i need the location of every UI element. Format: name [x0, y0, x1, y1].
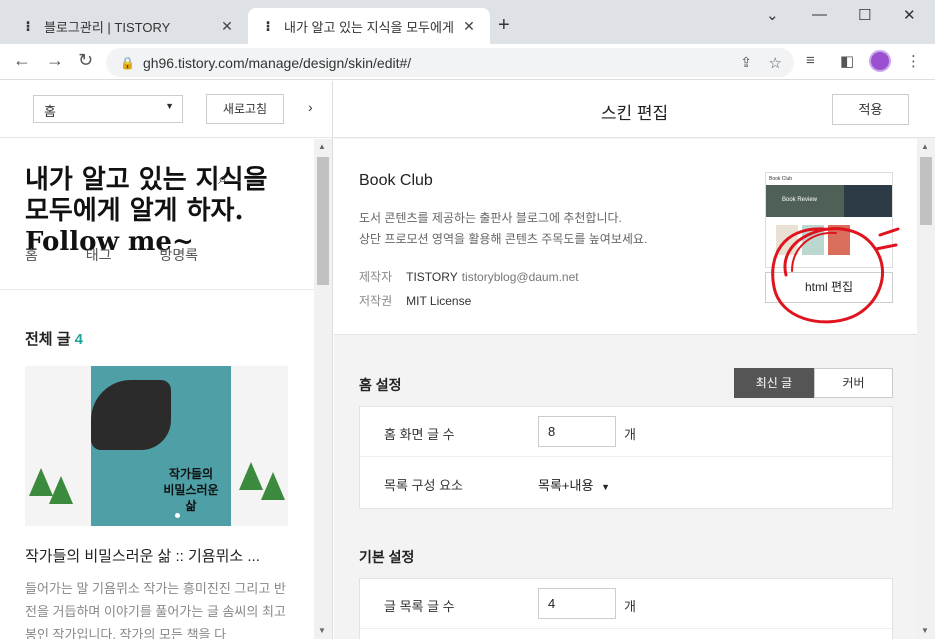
maximize-icon[interactable]: ☐ [858, 6, 871, 24]
page-select[interactable]: 홈 ▼ [33, 95, 183, 123]
preview-panel: 홈 ▼ 새로고침 › 내가 알고 있는 지식을 모두에게 알게 하자. Foll… [0, 81, 333, 639]
menu-home[interactable]: 홈 [25, 247, 38, 263]
book-cover-image: 작가들의 비밀스러운 삶 [91, 366, 231, 526]
all-posts-count: 4 [74, 331, 83, 348]
side-panel-icon[interactable]: ◧ [840, 52, 854, 70]
close-icon[interactable]: ✕ [218, 18, 236, 35]
caret-down-icon: ▼ [165, 101, 174, 111]
minimize-icon[interactable]: — [812, 6, 827, 23]
post-excerpt: 들어가는 말 기욤뮈소 작가는 흥미진진 그리고 반전을 거듭하며 이야기를 풀… [25, 581, 286, 639]
blog-menu: 홈 태그 방명록 [25, 245, 242, 265]
tree-decoration [239, 462, 263, 490]
scrollbar-thumb[interactable] [920, 157, 932, 225]
window-close-icon[interactable]: ✕ [903, 6, 916, 24]
maker-email: tistoryblog@daum.net [461, 270, 579, 284]
home-settings-card: 홈 화면 글 수 8 개 목록 구성 요소 목록+내용 ▼ [359, 406, 893, 509]
preview-scrollbar[interactable]: ▲ ▼ [314, 139, 332, 639]
tab-active[interactable]: ⁝ 내가 알고 있는 지식을 모두에게 ✕ [248, 8, 490, 44]
unit-label: 개 [624, 599, 636, 614]
scroll-down-icon[interactable]: ▼ [318, 626, 326, 635]
editor-scrollbar[interactable]: ▲ ▼ [917, 139, 935, 639]
browser-toolbar: ← → ↻ 🔒 gh96.tistory.com/manage/design/s… [0, 44, 935, 80]
skin-maker: 제작자 TISTORY tistoryblog@daum.net [359, 268, 579, 285]
post-title[interactable]: 작가들의 비밀스러운 삶 :: 기욤뮈소 ... [25, 545, 260, 566]
cover-toggle[interactable]: 커버 [814, 368, 893, 398]
thumb-brand: Book Club [769, 176, 793, 182]
list-post-count-row: 글 목록 글 수 4 개 [360, 579, 892, 629]
tistory-favicon-icon: ⁝ [25, 18, 31, 34]
profile-avatar[interactable] [869, 50, 891, 72]
license-label: 저작권 [359, 294, 393, 308]
list-component-label: 목록 구성 요소 [384, 478, 463, 493]
unit-label: 개 [624, 427, 636, 442]
maker-label: 제작자 [359, 270, 393, 284]
tab-strip: ⁝ 블로그관리 | TISTORY ✕ ⁝ 내가 알고 있는 지식을 모두에게 … [0, 0, 935, 44]
share-icon[interactable]: ⇪ [740, 54, 752, 71]
basic-settings-card: 글 목록 글 수 4 개 [359, 578, 893, 639]
collapse-panel-icon[interactable]: › [308, 99, 313, 115]
list-component-dropdown[interactable]: 목록+내용 ▼ [538, 475, 610, 494]
menu-tag[interactable]: 태그 [86, 247, 112, 263]
book-cover-title: 작가들의 비밀스러운 삶 [163, 467, 219, 513]
tistory-favicon-icon: ⁝ [265, 18, 271, 34]
preview-header: 홈 ▼ 새로고침 › [0, 81, 332, 138]
skin-description: 도서 콘텐츠를 제공하는 출판사 블로그에 추천합니다. 상단 프로모션 영역을… [359, 208, 647, 250]
home-settings-title: 홈 설정 [359, 377, 402, 393]
menu-dots-icon[interactable]: ⋮ [906, 52, 921, 70]
list-component-value: 목록+내용 [538, 478, 594, 493]
home-post-count-label: 홈 화면 글 수 [384, 427, 455, 442]
skin-license: 저작권 MIT License [359, 292, 471, 309]
tab-search-icon[interactable]: ⌄ [766, 6, 779, 24]
editor-header: 스킨 편집 적용 [334, 81, 935, 138]
home-post-count-input[interactable]: 8 [538, 416, 616, 447]
address-bar[interactable]: 🔒 gh96.tistory.com/manage/design/skin/ed… [106, 48, 794, 77]
back-icon[interactable]: ← [13, 50, 31, 71]
skin-desc-line1: 도서 콘텐츠를 제공하는 출판사 블로그에 추천합니다. [359, 211, 622, 225]
tab-title: 블로그관리 | TISTORY [44, 19, 171, 35]
tree-decoration [261, 472, 285, 500]
new-tab-icon[interactable]: + [498, 14, 510, 37]
scroll-down-icon[interactable]: ▼ [921, 626, 929, 635]
maker-name: TISTORY [406, 270, 458, 284]
search-icon[interactable]: ⌕ [218, 171, 227, 189]
latest-posts-toggle[interactable]: 최신 글 [734, 368, 814, 398]
tree-decoration [49, 476, 73, 504]
carousel-dot[interactable] [175, 513, 180, 518]
scroll-up-icon[interactable]: ▲ [921, 142, 929, 151]
lock-icon: 🔒 [120, 55, 135, 70]
red-circle-annotation [771, 227, 900, 324]
home-post-count-row: 홈 화면 글 수 8 개 [360, 407, 892, 457]
bookmark-star-icon[interactable]: ☆ [769, 54, 782, 72]
skin-desc-line2: 상단 프로모션 영역을 활용해 콘텐츠 주목도를 높여보세요. [359, 232, 648, 246]
license-value: MIT License [406, 294, 472, 308]
post-thumbnail[interactable]: 작가들의 비밀스러운 삶 [25, 366, 288, 526]
forward-icon[interactable]: → [46, 50, 64, 71]
media-icon[interactable]: ≡ [806, 52, 815, 69]
tab-blog-manage[interactable]: ⁝ 블로그관리 | TISTORY ✕ [8, 8, 248, 44]
skin-editor-panel: 스킨 편집 적용 Book Club 도서 콘텐츠를 제공하는 출판사 블로그에… [334, 81, 935, 639]
scroll-up-icon[interactable]: ▲ [318, 142, 326, 151]
basic-settings-title: 기본 설정 [359, 549, 415, 565]
url-text: gh96.tistory.com/manage/design/skin/edit… [142, 54, 412, 71]
list-post-count-input[interactable]: 4 [538, 588, 616, 619]
list-component-row: 목록 구성 요소 목록+내용 ▼ [360, 458, 892, 508]
page-select-value: 홈 [44, 104, 56, 119]
refresh-button[interactable]: 새로고침 [206, 94, 284, 124]
blog-preview: 내가 알고 있는 지식을 모두에게 알게 하자. Follow me~ ⌕ 홈 … [0, 139, 314, 639]
close-icon[interactable]: ✕ [460, 18, 478, 35]
apply-button[interactable]: 적용 [832, 94, 909, 125]
scrollbar-thumb[interactable] [317, 157, 329, 285]
menu-guestbook[interactable]: 방명록 [159, 247, 198, 263]
divider [0, 289, 314, 290]
all-posts-heading: 전체 글4 [25, 328, 83, 349]
list-post-count-label: 글 목록 글 수 [384, 599, 455, 614]
tab-title: 내가 알고 있는 지식을 모두에게 [284, 19, 454, 35]
thumb-banner: Book Review [782, 197, 818, 203]
skin-name: Book Club [359, 172, 433, 189]
caret-down-icon: ▼ [601, 482, 610, 492]
all-posts-label: 전체 글 [25, 331, 71, 348]
skin-info: Book Club 도서 콘텐츠를 제공하는 출판사 블로그에 추천합니다. 상… [334, 139, 917, 335]
reload-icon[interactable]: ↻ [78, 50, 93, 71]
